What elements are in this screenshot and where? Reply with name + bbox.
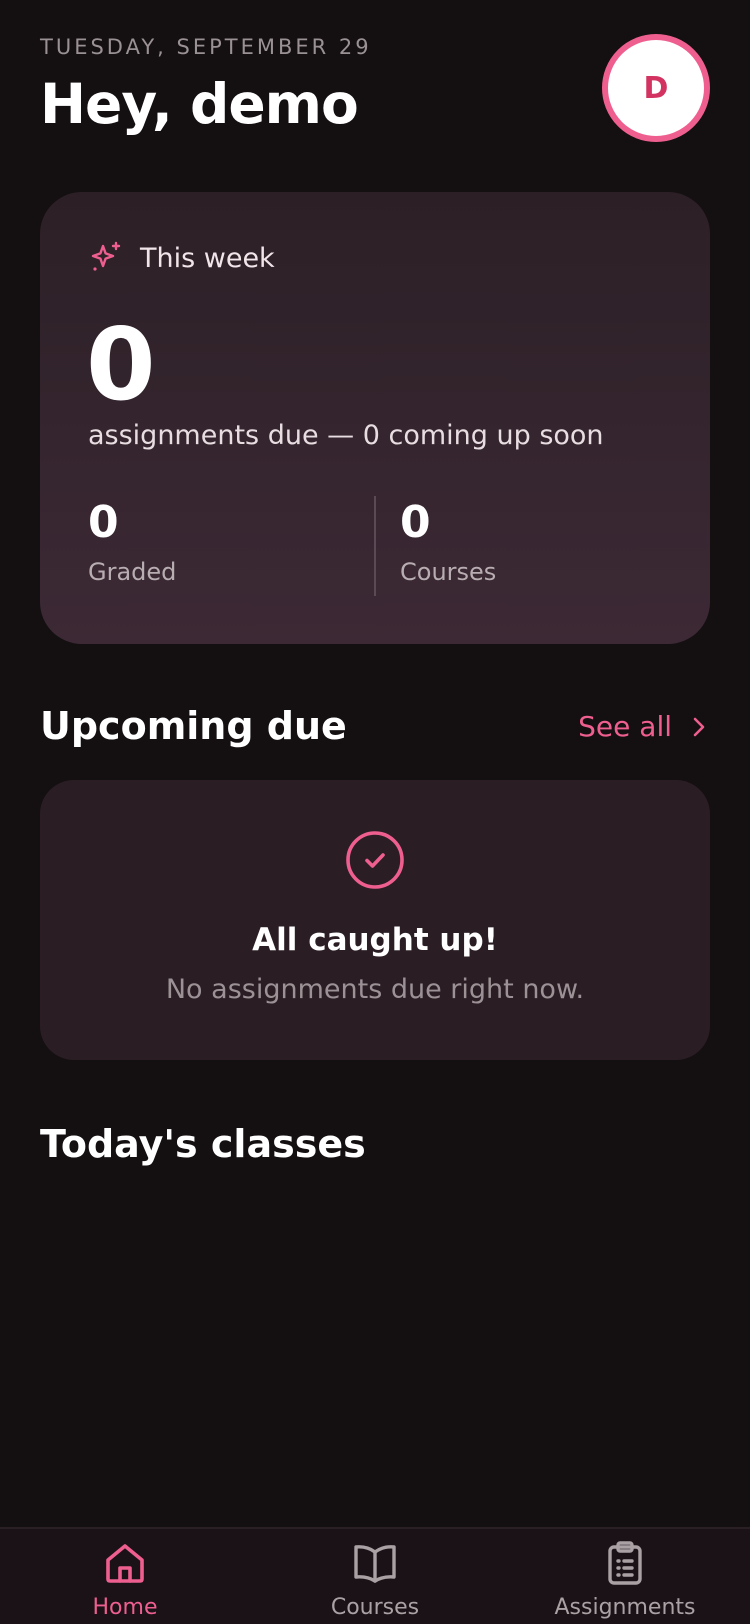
header: TUESDAY, SEPTEMBER 29 Hey, demo D	[40, 34, 710, 144]
date-label: TUESDAY, SEPTEMBER 29	[40, 35, 372, 59]
todays-classes-title: Today's classes	[40, 1122, 366, 1166]
courses-stat: 0 Courses	[400, 497, 497, 587]
clipboard-icon	[608, 1541, 642, 1585]
graded-count: 0	[88, 497, 119, 548]
see-all-link[interactable]: See all	[578, 710, 710, 743]
home-icon	[106, 1544, 144, 1583]
avatar-initial: D	[643, 70, 669, 106]
assignments-due-count: 0	[86, 306, 156, 423]
empty-state-title: All caught up!	[252, 922, 498, 958]
stat-divider	[374, 496, 376, 596]
empty-state-subtitle: No assignments due right now.	[165, 974, 585, 1005]
nav-home-label: Home	[92, 1595, 158, 1620]
chevron-right-icon	[693, 717, 705, 736]
nav-courses-label: Courses	[330, 1595, 420, 1620]
this-week-label: This week	[140, 242, 275, 274]
nav-courses[interactable]: Courses	[250, 1539, 500, 1621]
nav-assignments[interactable]: Assignments	[500, 1539, 750, 1621]
check-circle-icon	[346, 831, 404, 889]
avatar[interactable]: D	[602, 34, 710, 142]
upcoming-empty-card: All caught up! No assignments due right …	[40, 780, 710, 1060]
this-week-header: This week	[88, 240, 275, 276]
see-all-label: See all	[578, 710, 672, 743]
nav-assignments-label: Assignments	[554, 1595, 696, 1620]
this-week-card: This week 0 assignments due — 0 coming u…	[40, 192, 710, 644]
courses-label: Courses	[400, 558, 497, 586]
sparkle-icon	[91, 241, 121, 271]
home-screen: TUESDAY, SEPTEMBER 29 Hey, demo D This w…	[0, 0, 750, 1624]
courses-count: 0	[400, 497, 431, 548]
nav-home[interactable]: Home	[0, 1539, 250, 1621]
upcoming-due-title: Upcoming due	[40, 704, 347, 748]
bottom-nav: Home Courses Assignments	[0, 1527, 750, 1624]
assignments-due-subtitle: assignments due — 0 coming up soon	[88, 420, 604, 451]
graded-label: Graded	[88, 558, 177, 586]
book-icon	[354, 1545, 396, 1583]
graded-stat: 0 Graded	[88, 497, 177, 587]
